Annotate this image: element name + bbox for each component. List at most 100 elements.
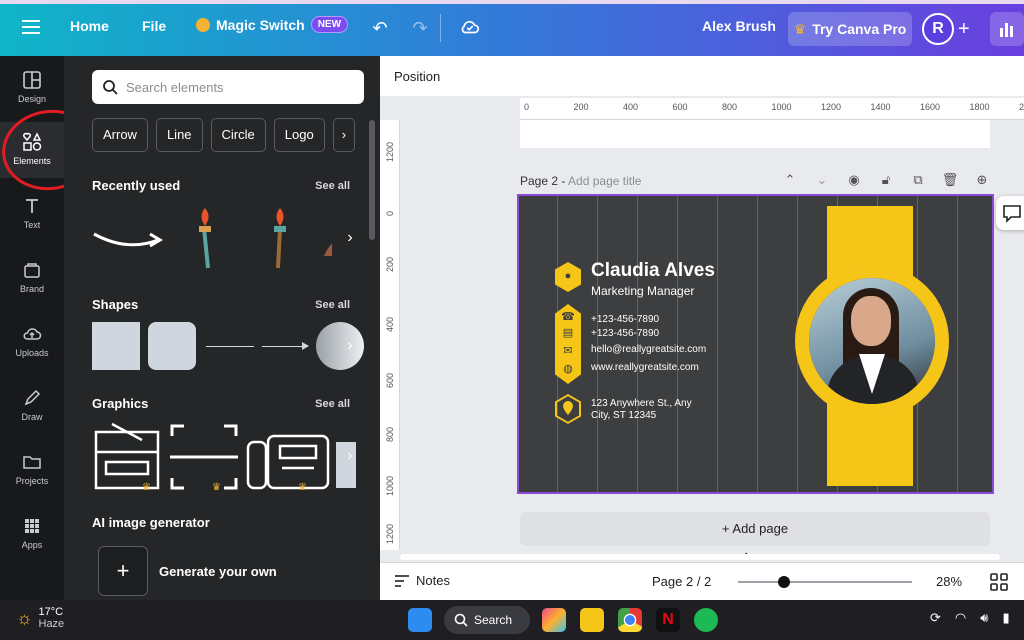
design-title[interactable]: Alex Brush [702,18,776,34]
copilot-icon[interactable] [542,608,566,632]
rail-label: Text [23,220,41,230]
menu-icon[interactable] [22,20,40,34]
netflix-icon[interactable]: N [656,608,680,632]
card-phone-1[interactable]: +123-456-7890 [591,314,659,325]
rail-item-projects[interactable]: Projects [0,442,64,498]
add-collaborator-icon[interactable]: + [958,18,970,41]
scan-frame-graphic[interactable] [170,424,238,490]
draw-icon [24,389,41,406]
redo-icon[interactable]: ↷ [408,16,432,40]
page-title-input[interactable]: Add page title [568,174,641,188]
weather-widget[interactable]: ☼ 17°C Haze [16,606,64,630]
pro-crown-icon: ♛ [212,482,221,493]
insights-button[interactable] [990,12,1024,46]
lock-icon[interactable]: 🔓︎ [876,170,896,190]
zoom-value[interactable]: 28% [936,574,962,589]
torch-graphic[interactable] [199,208,211,269]
home-button[interactable]: Home [70,18,109,34]
cloud-saved-icon[interactable] [458,16,482,40]
search-box[interactable] [92,70,364,104]
horizontal-scrollbar[interactable] [380,552,1024,562]
battery-icon[interactable]: ▮ [1002,610,1009,626]
wifi-icon[interactable]: ◠ [955,610,966,626]
card-phone-2[interactable]: +123-456-7890 [591,328,659,339]
card-address-1[interactable]: 123 Anywhere St., Any [591,398,692,409]
scrollbar-thumb[interactable] [400,554,1000,560]
add-page-button[interactable]: + Add page [520,512,990,546]
zoom-slider-knob[interactable] [778,576,790,588]
generate-label[interactable]: Generate your own [159,564,277,579]
graphics-next-icon[interactable]: › [340,442,360,470]
recent-next-icon[interactable]: › [340,224,360,252]
chip-arrow[interactable]: Arrow [92,118,148,152]
profile-photo[interactable] [809,278,935,404]
rail-item-uploads[interactable]: Uploads [0,314,64,370]
try-canva-pro-button[interactable]: ♛ Try Canva Pro [788,12,912,46]
panel-scrollbar[interactable] [366,56,378,600]
undo-icon[interactable]: ↶ [368,16,392,40]
rail-label: Elements [13,156,51,166]
card-email[interactable]: hello@reallygreatsite.com [591,344,706,355]
location-hex-icon [555,394,581,424]
rail-item-draw[interactable]: Draw [0,378,64,434]
business-card[interactable]: ● Claudia Alves Marketing Manager ☎ ▤ ✉ … [517,194,994,494]
square-shape[interactable] [92,322,140,370]
chip-line[interactable]: Line [155,118,203,152]
zoom-slider[interactable] [738,581,912,583]
rail-item-text[interactable]: Text [0,186,64,242]
position-button[interactable]: Position [394,69,440,84]
chevron-up-icon[interactable]: ⌃ [780,170,800,190]
see-all-shapes[interactable]: See all [315,299,350,311]
file-menu[interactable]: File [142,18,166,34]
search-input[interactable] [126,79,346,95]
see-all-recent[interactable]: See all [315,180,350,192]
chip-circle[interactable]: Circle [210,118,266,152]
update-icon[interactable]: ⟳ [930,610,941,626]
comment-button[interactable] [996,196,1024,230]
add-page-icon[interactable]: ⊕ [972,170,992,190]
line-shape[interactable] [206,346,254,347]
chrome-icon[interactable] [618,608,642,632]
hide-page-icon[interactable]: ◉ [844,170,864,190]
chip-logo[interactable]: Logo [273,118,325,152]
delete-page-icon[interactable]: 🗑︎ [940,170,960,190]
shapes-next-icon[interactable]: › [340,332,360,360]
ruler-tick-label: 800 [385,426,395,442]
magic-switch-button[interactable]: Magic Switch NEW [196,16,349,33]
card-name[interactable]: Claudia Alves [591,260,715,282]
chevron-down-icon[interactable]: ⌄ [812,170,832,190]
arrow-line-shape[interactable] [262,346,306,347]
volume-icon[interactable]: 🔊︎ [980,610,988,626]
partial-graphic[interactable] [324,240,332,256]
printer-graphic[interactable] [94,422,160,490]
spotify-icon[interactable] [694,608,718,632]
ruler-top: 0 200 400 600 800 1000 1200 1400 1600 1800 2 [520,98,1024,120]
generate-plus-button[interactable]: + [98,546,148,596]
fax-machine-graphic[interactable] [246,434,330,490]
file-explorer-icon[interactable] [580,608,604,632]
chips-next-icon[interactable]: › [332,118,356,152]
grid-view-icon[interactable] [990,573,1008,591]
see-all-graphics[interactable]: See all [315,398,350,410]
page-1-preview[interactable] [520,120,990,148]
duplicate-page-icon[interactable]: ⧉ [908,170,928,190]
rail-item-apps[interactable]: Apps [0,506,64,562]
notes-icon [395,574,409,587]
notes-label: Notes [416,573,450,588]
scrollbar-thumb[interactable] [369,120,375,240]
windows-start-icon[interactable] [408,608,432,632]
card-address-2[interactable]: City, ST 12345 [591,410,656,421]
avatar[interactable]: R [922,13,954,45]
rounded-square-shape[interactable] [148,322,196,370]
curved-arrow-graphic[interactable] [93,232,163,248]
page-tools: ⌃ ⌄ ◉ 🔓︎ ⧉ 🗑︎ ⊕ [780,170,992,190]
rail-item-elements[interactable]: Elements [0,122,64,178]
card-role[interactable]: Marketing Manager [591,284,694,298]
rail-item-design[interactable]: Design [0,60,64,116]
card-website[interactable]: www.reallygreatsite.com [591,362,699,373]
mail-icon: ✉ [563,345,573,357]
rail-item-brand[interactable]: Brand [0,250,64,306]
notes-button[interactable]: Notes [394,573,450,588]
torch-graphic[interactable] [274,208,286,269]
page-count[interactable]: Page 2 / 2 [652,574,711,589]
